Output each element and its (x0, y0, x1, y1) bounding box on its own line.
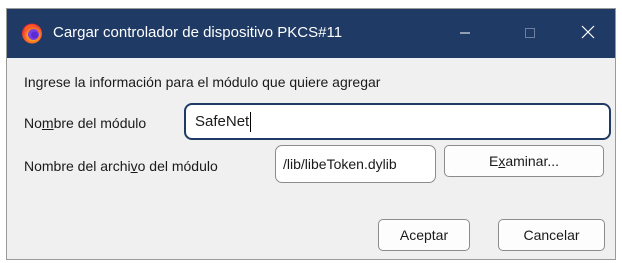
module-file-label-part: Nombre del archi (24, 158, 131, 174)
module-file-label-part: o del módulo (137, 158, 218, 174)
window-title: Cargar controlador de dispositivo PKCS#1… (53, 24, 343, 41)
module-file-label: Nombre del archivo del módulo (24, 158, 218, 174)
firefox-icon (21, 22, 43, 44)
browse-accesskey: x (498, 153, 506, 169)
browse-label-part: aminar... (505, 153, 560, 169)
module-name-label-part: bre del módulo (53, 115, 147, 131)
module-file-value: /lib/libeToken.dylib (283, 156, 397, 172)
maximize-button[interactable] (502, 9, 558, 58)
minimize-button[interactable] (437, 9, 493, 58)
dialog-content: Ingrese la información para el módulo qu… (7, 58, 615, 259)
dialog-window: Cargar controlador de dispositivo PKCS#1… (6, 8, 616, 260)
maximize-icon (524, 26, 536, 42)
module-name-input[interactable]: SafeNet (184, 103, 611, 140)
module-file-input[interactable]: /lib/libeToken.dylib (275, 145, 436, 183)
text-caret (250, 111, 252, 132)
module-name-value: SafeNet (195, 113, 250, 130)
close-icon (581, 25, 595, 42)
minimize-icon (459, 26, 471, 42)
module-name-label: Nombre del módulo (24, 115, 146, 131)
close-button[interactable] (560, 9, 615, 58)
module-name-label-part: No (24, 115, 42, 131)
ok-button[interactable]: Aceptar (378, 219, 470, 251)
cancel-button[interactable]: Cancelar (498, 219, 605, 251)
module-file-accesskey: v (130, 158, 138, 174)
intro-text: Ingrese la información para el módulo qu… (24, 74, 381, 90)
title-bar[interactable]: Cargar controlador de dispositivo PKCS#1… (7, 9, 615, 58)
browse-button[interactable]: Ex aminar... (444, 145, 604, 177)
module-name-accesskey: m (41, 115, 54, 131)
browse-label-part: E (488, 153, 499, 169)
